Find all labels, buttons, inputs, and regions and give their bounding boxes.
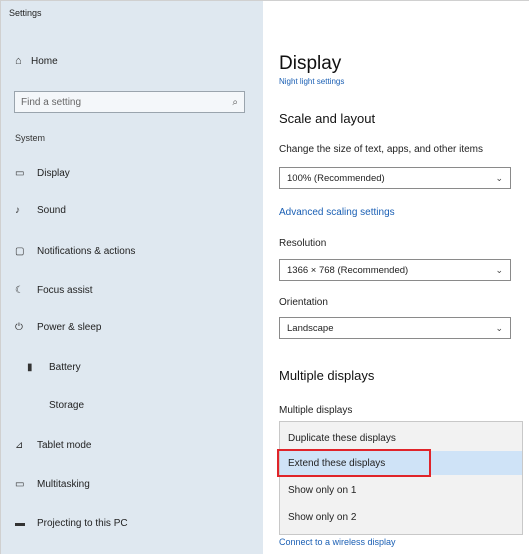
resolution-value: 1366 × 768 (Recommended)	[287, 264, 409, 276]
focus-assist-icon: ☾	[15, 284, 24, 296]
multiple-displays-label: Multiple displays	[279, 405, 353, 416]
sidebar-item-multitasking[interactable]: ▭ Multitasking	[15, 474, 90, 494]
chevron-down-icon: ⌄	[495, 322, 503, 333]
sidebar-item-battery[interactable]: ▮ Battery	[27, 357, 81, 377]
sidebar-item-focus-assist[interactable]: ☾ Focus assist	[15, 280, 93, 300]
advanced-scaling-link[interactable]: Advanced scaling settings	[279, 207, 395, 218]
sidebar-item-label: Display	[37, 167, 70, 179]
sidebar-item-label: Battery	[49, 361, 81, 373]
wireless-display-link[interactable]: Connect to a wireless display	[279, 537, 396, 547]
sidebar-item-label: Multitasking	[37, 478, 90, 490]
multitasking-icon: ▭	[15, 478, 25, 490]
notifications-icon: ▢	[15, 245, 25, 257]
sidebar-item-tablet-mode[interactable]: ⊿ Tablet mode	[15, 435, 91, 455]
sidebar-item-label: Sound	[37, 204, 66, 216]
sidebar-item-storage[interactable]: Storage	[27, 395, 84, 415]
projecting-icon: ▬	[15, 517, 25, 529]
page-title: Display	[279, 53, 342, 74]
battery-icon: ▮	[27, 361, 33, 373]
sidebar-item-projecting[interactable]: ▬ Projecting to this PC	[15, 513, 128, 533]
sidebar-item-label: Projecting to this PC	[37, 517, 128, 529]
home-icon: ⌂	[15, 55, 22, 67]
highlight-outline	[277, 449, 431, 477]
scale-label: Change the size of text, apps, and other…	[279, 144, 484, 155]
sidebar-item-notifications[interactable]: ▢ Notifications & actions	[15, 241, 135, 261]
resolution-dropdown[interactable]: 1366 × 768 (Recommended) ⌄	[279, 259, 511, 281]
sidebar-item-home[interactable]: ⌂ Home	[15, 51, 58, 71]
sidebar-item-display[interactable]: ▭ Display	[15, 163, 70, 183]
scale-dropdown[interactable]: 100% (Recommended) ⌄	[279, 167, 511, 189]
sidebar-item-label: Storage	[49, 399, 85, 411]
sidebar-item-label: Power & sleep	[37, 321, 102, 333]
multiple-displays-title: Multiple displays	[279, 368, 375, 383]
orientation-value: Landscape	[287, 322, 334, 334]
menu-item-duplicate[interactable]: Duplicate these displays	[280, 426, 522, 450]
resolution-label: Resolution	[279, 238, 327, 249]
tablet-icon: ⊿	[15, 439, 24, 451]
sidebar-section-label: System	[15, 133, 46, 143]
sidebar-item-label: Notifications & actions	[37, 245, 136, 257]
app-title: Settings	[9, 8, 42, 18]
sidebar-item-label: Focus assist	[37, 284, 93, 296]
sidebar-item-label: Home	[31, 55, 58, 67]
orientation-label: Orientation	[279, 297, 328, 308]
multiple-displays-menu: Duplicate these displays Extend these di…	[277, 421, 523, 535]
scale-value: 100% (Recommended)	[287, 172, 385, 184]
search-placeholder: Find a setting	[21, 96, 82, 108]
night-light-link[interactable]: Night light settings	[279, 77, 344, 86]
power-icon: ⏻	[15, 321, 23, 333]
sound-icon: ♪	[15, 204, 20, 216]
sidebar-item-label: Tablet mode	[37, 439, 92, 451]
orientation-dropdown[interactable]: Landscape ⌄	[279, 317, 511, 339]
menu-item-show-only-2[interactable]: Show only on 2	[280, 505, 522, 529]
sidebar: Settings ⌂ Home Find a setting ⌕ System …	[1, 1, 263, 554]
search-icon: ⌕	[232, 96, 238, 108]
chevron-down-icon: ⌄	[495, 264, 503, 275]
display-icon: ▭	[15, 167, 25, 179]
sidebar-item-power[interactable]: ⏻ Power & sleep	[15, 317, 101, 337]
scale-section-title: Scale and layout	[279, 111, 376, 126]
settings-window: Settings ⌂ Home Find a setting ⌕ System …	[0, 0, 529, 554]
main-content: Display Night light settings Scale and l…	[263, 1, 529, 554]
menu-item-show-only-1[interactable]: Show only on 1	[280, 478, 522, 502]
chevron-down-icon: ⌄	[495, 172, 503, 183]
search-input[interactable]: Find a setting ⌕	[14, 91, 245, 113]
sidebar-item-sound[interactable]: ♪ Sound	[15, 200, 66, 220]
